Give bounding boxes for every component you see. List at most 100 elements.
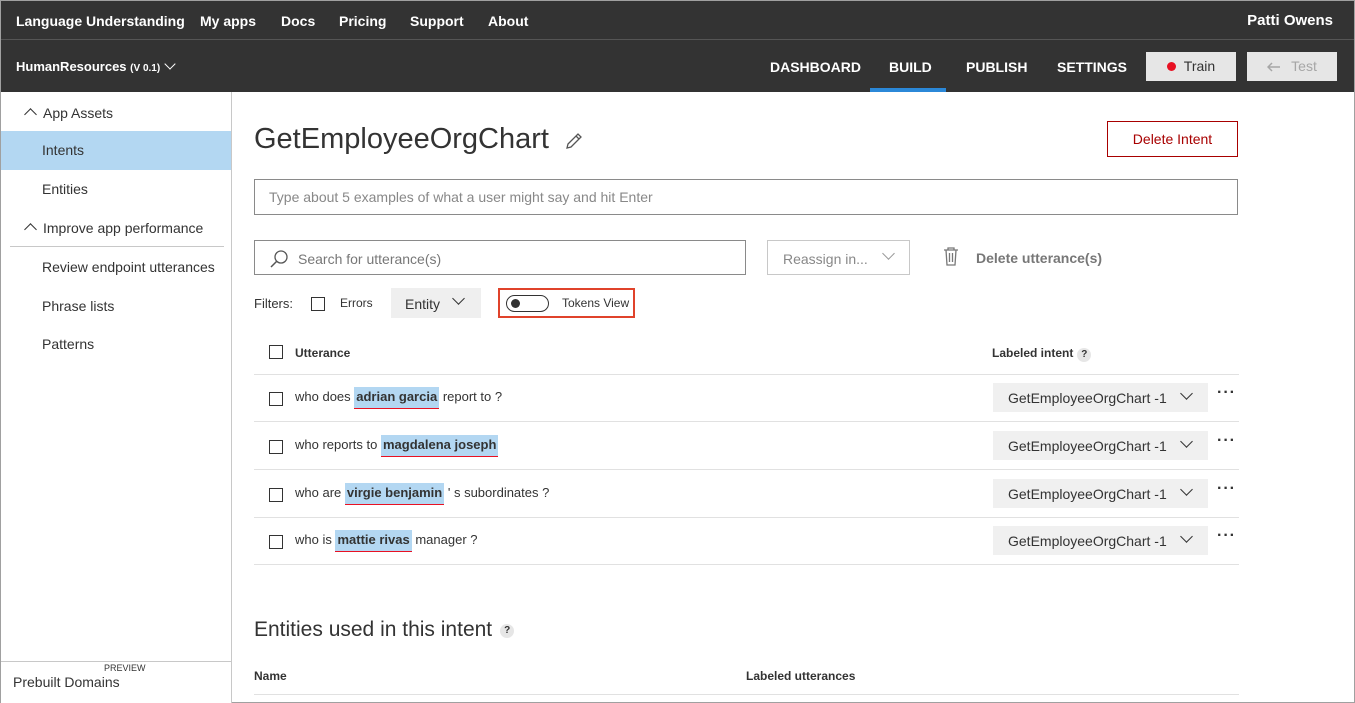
column-header-labeled-intent: Labeled intent? — [992, 346, 1092, 362]
trash-icon[interactable] — [943, 247, 959, 266]
entity-label[interactable]: mattie rivas — [335, 530, 412, 552]
table-row: who are virgie benjamin ' s subordinates… — [254, 470, 1239, 517]
entity-label[interactable]: magdalena joseph — [381, 435, 499, 457]
intent-dropdown-label: GetEmployeeOrgChart -1 — [1008, 533, 1167, 549]
sidebar-group-improve[interactable]: Improve app performance — [10, 209, 224, 247]
delete-utterances-button[interactable]: Delete utterance(s) — [976, 250, 1102, 266]
tab-build[interactable]: BUILD — [889, 59, 932, 75]
utterance-pre: who does — [295, 389, 355, 404]
test-button[interactable]: Test — [1247, 52, 1337, 81]
entity-label[interactable]: virgie benjamin — [344, 483, 445, 505]
search-input[interactable]: Search for utterance(s) — [254, 240, 746, 275]
utterance-pre: who are — [295, 485, 345, 500]
sidebar-group-label: Improve app performance — [43, 220, 204, 236]
table-row: who is mattie rivas manager ? GetEmploye… — [254, 517, 1239, 564]
entity-filter-label: Entity — [405, 296, 441, 312]
chevron-down-icon — [1180, 530, 1193, 543]
tokens-view-toggle[interactable] — [506, 295, 549, 312]
chevron-up-icon — [24, 223, 37, 236]
active-tab-indicator — [870, 88, 946, 92]
tokens-view-highlight: Tokens View — [498, 288, 635, 318]
sidebar-group-app-assets[interactable]: App Assets — [10, 94, 224, 132]
utterance-text: who are virgie benjamin ' s subordinates… — [295, 483, 549, 505]
row-checkbox[interactable] — [269, 535, 283, 549]
help-icon[interactable]: ? — [500, 624, 515, 638]
test-label: Test — [1291, 58, 1317, 74]
top-nav: Language Understanding My apps Docs Pric… — [1, 1, 1354, 40]
utterance-text: who does adrian garcia report to ? — [295, 387, 502, 409]
utterance-pre: who is — [295, 532, 336, 547]
column-header-labeled-utterances: Labeled utterances — [746, 669, 856, 683]
utterance-input[interactable]: Type about 5 examples of what a user mig… — [254, 179, 1238, 215]
nav-about[interactable]: About — [488, 13, 528, 29]
toggle-knob — [511, 299, 520, 308]
chevron-down-icon — [1180, 387, 1193, 400]
brand-link[interactable]: Language Understanding — [16, 13, 185, 29]
utterance-post: manager ? — [411, 532, 478, 547]
app-name: HumanResources — [16, 59, 127, 74]
sidebar-item-review-endpoint[interactable]: Review endpoint utterances — [1, 248, 231, 287]
labeled-intent-dropdown[interactable]: GetEmployeeOrgChart -1 — [993, 431, 1208, 460]
sidebar-item-intents[interactable]: Intents — [1, 131, 231, 170]
train-label: Train — [1183, 58, 1216, 74]
select-all-checkbox[interactable] — [269, 345, 283, 359]
row-checkbox[interactable] — [269, 488, 283, 502]
entity-filter-dropdown[interactable]: Entity — [391, 288, 481, 318]
entity-label[interactable]: adrian garcia — [354, 387, 440, 409]
utterance-post: ' s subordinates ? — [444, 485, 550, 500]
arrow-left-icon — [1267, 62, 1281, 72]
sidebar-group-label: App Assets — [43, 105, 114, 121]
help-icon[interactable]: ? — [1077, 348, 1092, 362]
column-header-utterance: Utterance — [295, 346, 351, 360]
intent-dropdown-label: GetEmployeeOrgChart -1 — [1008, 390, 1167, 406]
more-options-icon[interactable]: ··· — [1217, 432, 1236, 450]
nav-support[interactable]: Support — [410, 13, 464, 29]
chevron-down-icon — [452, 292, 465, 305]
errors-checkbox[interactable] — [311, 297, 325, 311]
page-title: GetEmployeeOrgChart — [254, 123, 549, 155]
more-options-icon[interactable]: ··· — [1217, 480, 1236, 498]
row-checkbox[interactable] — [269, 440, 283, 454]
app-selector[interactable]: HumanResources (V 0.1) — [16, 58, 176, 74]
tab-publish[interactable]: PUBLISH — [966, 59, 1027, 75]
errors-label: Errors — [340, 296, 373, 310]
prebuilt-domains[interactable]: PREVIEW Prebuilt Domains — [1, 661, 231, 703]
reassign-intent-dropdown[interactable]: Reassign in... — [767, 240, 910, 275]
sidebar-item-patterns[interactable]: Patterns — [1, 325, 231, 364]
reassign-label: Reassign in... — [783, 251, 868, 267]
preview-badge: PREVIEW — [104, 663, 146, 673]
user-name[interactable]: Patti Owens — [1247, 12, 1333, 29]
row-divider — [254, 564, 1239, 565]
delete-intent-button[interactable]: Delete Intent — [1107, 121, 1238, 157]
labeled-intent-dropdown[interactable]: GetEmployeeOrgChart -1 — [993, 526, 1208, 555]
utterance-text: who is mattie rivas manager ? — [295, 530, 478, 552]
sidebar-item-phrase-lists[interactable]: Phrase lists — [1, 287, 231, 326]
sidebar-item-entities[interactable]: Entities — [1, 170, 231, 209]
nav-my-apps[interactable]: My apps — [200, 13, 256, 29]
labeled-intent-dropdown[interactable]: GetEmployeeOrgChart -1 — [993, 383, 1208, 412]
more-options-icon[interactable]: ··· — [1217, 384, 1236, 402]
status-dot-icon — [1166, 62, 1176, 71]
nav-pricing[interactable]: Pricing — [339, 13, 386, 29]
train-button[interactable]: Train — [1146, 52, 1236, 81]
entities-title-text: Entities used in this intent — [254, 618, 493, 641]
entities-section-title: Entities used in this intent? — [254, 618, 515, 642]
more-options-icon[interactable]: ··· — [1217, 527, 1236, 545]
nav-docs[interactable]: Docs — [281, 13, 315, 29]
labeled-intent-dropdown[interactable]: GetEmployeeOrgChart -1 — [993, 479, 1208, 508]
prebuilt-domains-label: Prebuilt Domains — [13, 674, 120, 690]
row-divider — [254, 694, 1239, 695]
intent-dropdown-label: GetEmployeeOrgChart -1 — [1008, 486, 1167, 502]
pencil-icon[interactable] — [564, 131, 584, 151]
row-checkbox[interactable] — [269, 392, 283, 406]
app-bar: HumanResources (V 0.1) DASHBOARD BUILD P… — [1, 40, 1354, 92]
tokens-view-label: Tokens View — [562, 296, 630, 310]
chevron-down-icon — [164, 58, 176, 70]
app-version: (V 0.1) — [130, 63, 161, 74]
utterance-pre: who reports to — [295, 437, 381, 452]
chevron-down-icon — [882, 247, 895, 260]
chevron-down-icon — [1180, 483, 1193, 496]
intent-dropdown-label: GetEmployeeOrgChart -1 — [1008, 438, 1167, 454]
tab-dashboard[interactable]: DASHBOARD — [770, 59, 861, 75]
tab-settings[interactable]: SETTINGS — [1057, 59, 1127, 75]
